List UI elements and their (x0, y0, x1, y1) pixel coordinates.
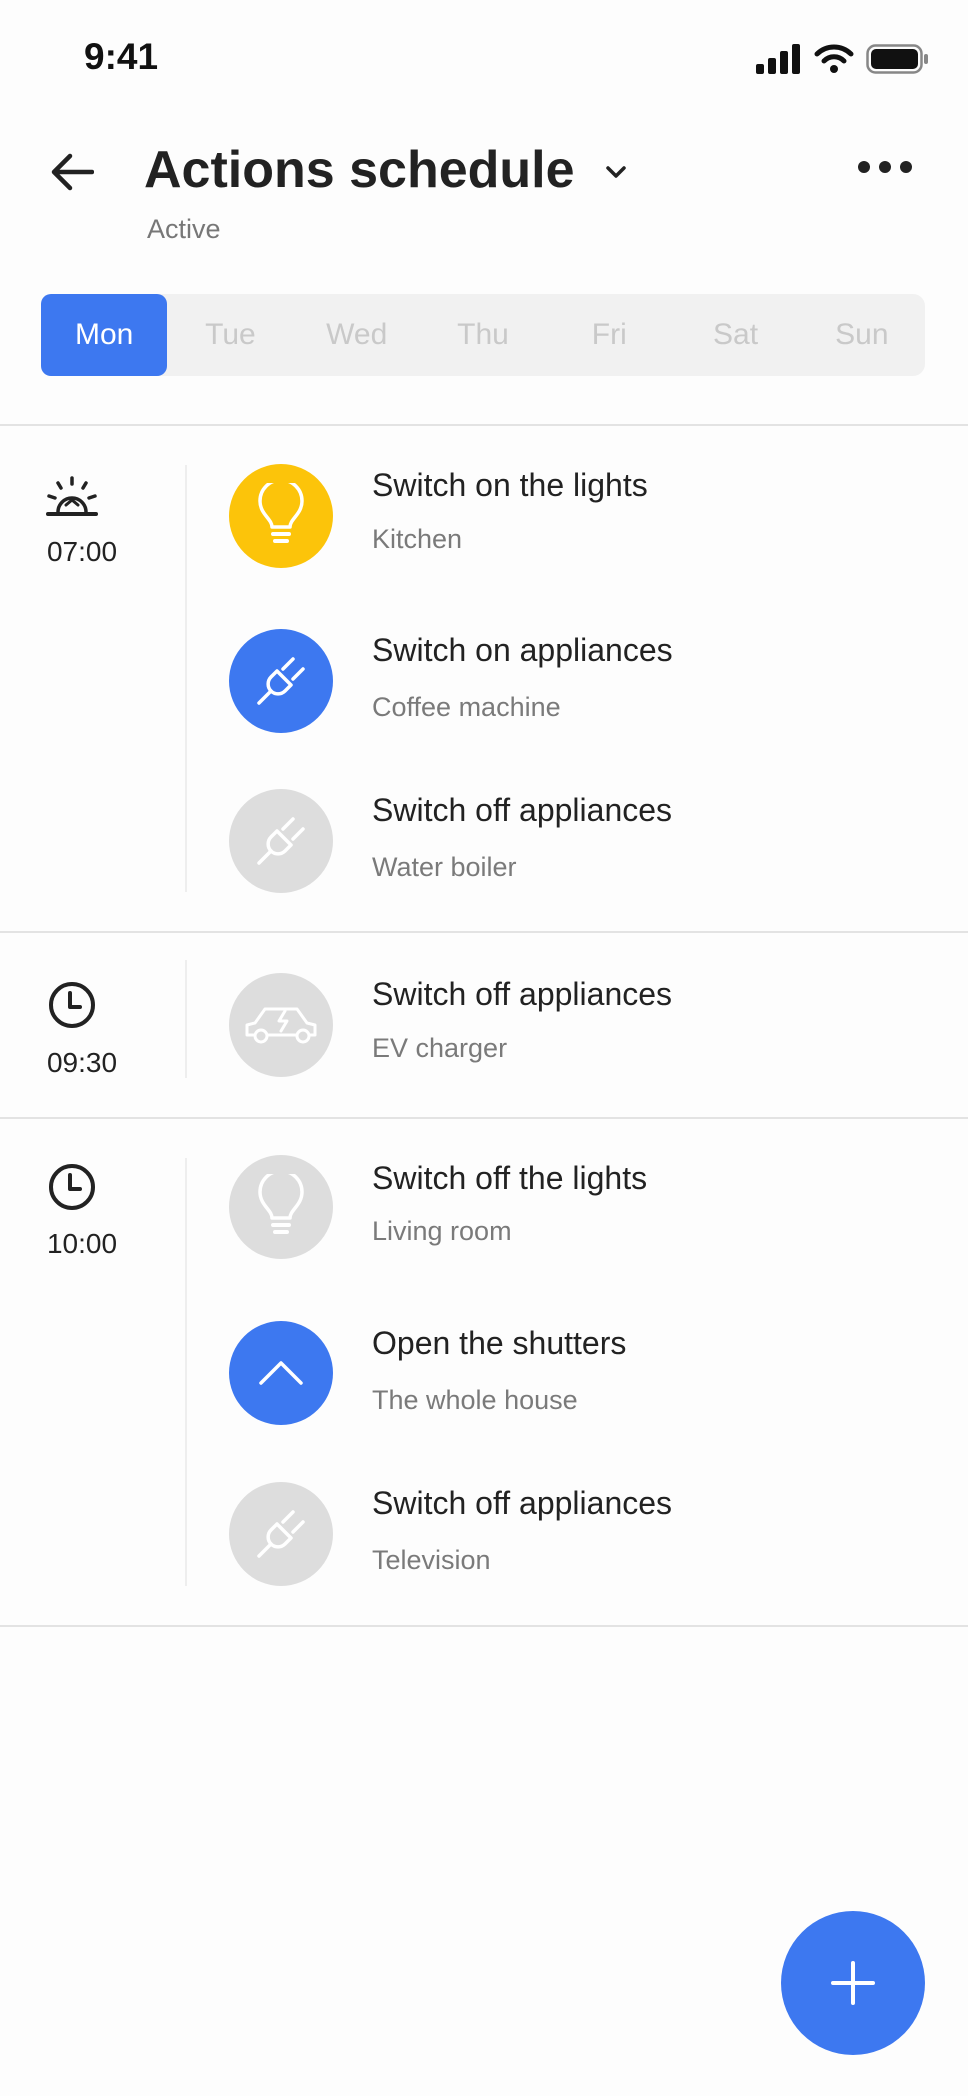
schedule-status: Active (147, 214, 221, 244)
clock-icon (49, 1164, 95, 1210)
time-label: 09:30 (46, 1047, 118, 1078)
day-tab-sat[interactable]: Sat (672, 294, 798, 376)
action-title[interactable]: Switch on appliances (372, 632, 673, 669)
timeline-line (185, 1158, 187, 1586)
page-title[interactable]: Actions schedule (144, 140, 575, 200)
action-subtitle: EV charger (372, 1033, 508, 1063)
plug-icon[interactable] (229, 1482, 333, 1586)
timeline-line (185, 465, 187, 892)
back-arrow-icon[interactable] (50, 152, 94, 192)
day-tab-wed[interactable]: Wed (294, 294, 420, 376)
day-tab-mon[interactable]: Mon (41, 294, 168, 376)
lightbulb-icon[interactable] (229, 464, 333, 568)
sunrise-icon (46, 476, 98, 516)
day-tab-fri[interactable]: Fri (546, 294, 672, 376)
lightbulb-icon[interactable] (229, 1155, 333, 1259)
battery-icon (866, 44, 928, 74)
action-title[interactable]: Switch off appliances (372, 1485, 672, 1522)
chevron-down-icon[interactable] (604, 164, 628, 182)
day-tab-thu[interactable]: Thu (420, 294, 546, 376)
wifi-icon (814, 44, 854, 73)
time-label: 10:00 (46, 1228, 118, 1259)
action-title[interactable]: Switch off appliances (372, 976, 672, 1013)
action-subtitle: Water boiler (372, 852, 517, 882)
day-selector: Mon Tue Wed Thu Fri Sat Sun (41, 294, 925, 376)
action-title[interactable]: Switch off the lights (372, 1160, 647, 1197)
add-action-button[interactable] (781, 1911, 925, 2055)
plug-icon[interactable] (229, 629, 333, 733)
day-tab-tue[interactable]: Tue (167, 294, 293, 376)
divider (0, 424, 968, 426)
divider (0, 931, 968, 933)
action-subtitle: Kitchen (372, 524, 463, 554)
divider (0, 1117, 968, 1119)
more-options-icon[interactable] (856, 158, 914, 176)
action-title[interactable]: Switch on the lights (372, 467, 648, 504)
signal-icon (756, 44, 800, 74)
chevron-up-icon[interactable] (229, 1321, 333, 1425)
divider (0, 1625, 968, 1627)
time-label: 07:00 (46, 536, 118, 567)
clock-icon (49, 982, 95, 1028)
day-tab-sun[interactable]: Sun (799, 294, 925, 376)
action-subtitle: The whole house (372, 1385, 578, 1415)
plug-icon[interactable] (229, 789, 333, 893)
plus-icon (831, 1961, 875, 2005)
status-time: 9:41 (84, 36, 159, 77)
ev-car-icon[interactable] (229, 973, 333, 1077)
action-title[interactable]: Switch off appliances (372, 792, 672, 829)
action-title[interactable]: Open the shutters (372, 1325, 626, 1362)
action-subtitle: Coffee machine (372, 692, 561, 722)
action-subtitle: Living room (372, 1216, 512, 1246)
timeline-line (185, 960, 187, 1078)
action-subtitle: Television (372, 1545, 491, 1575)
